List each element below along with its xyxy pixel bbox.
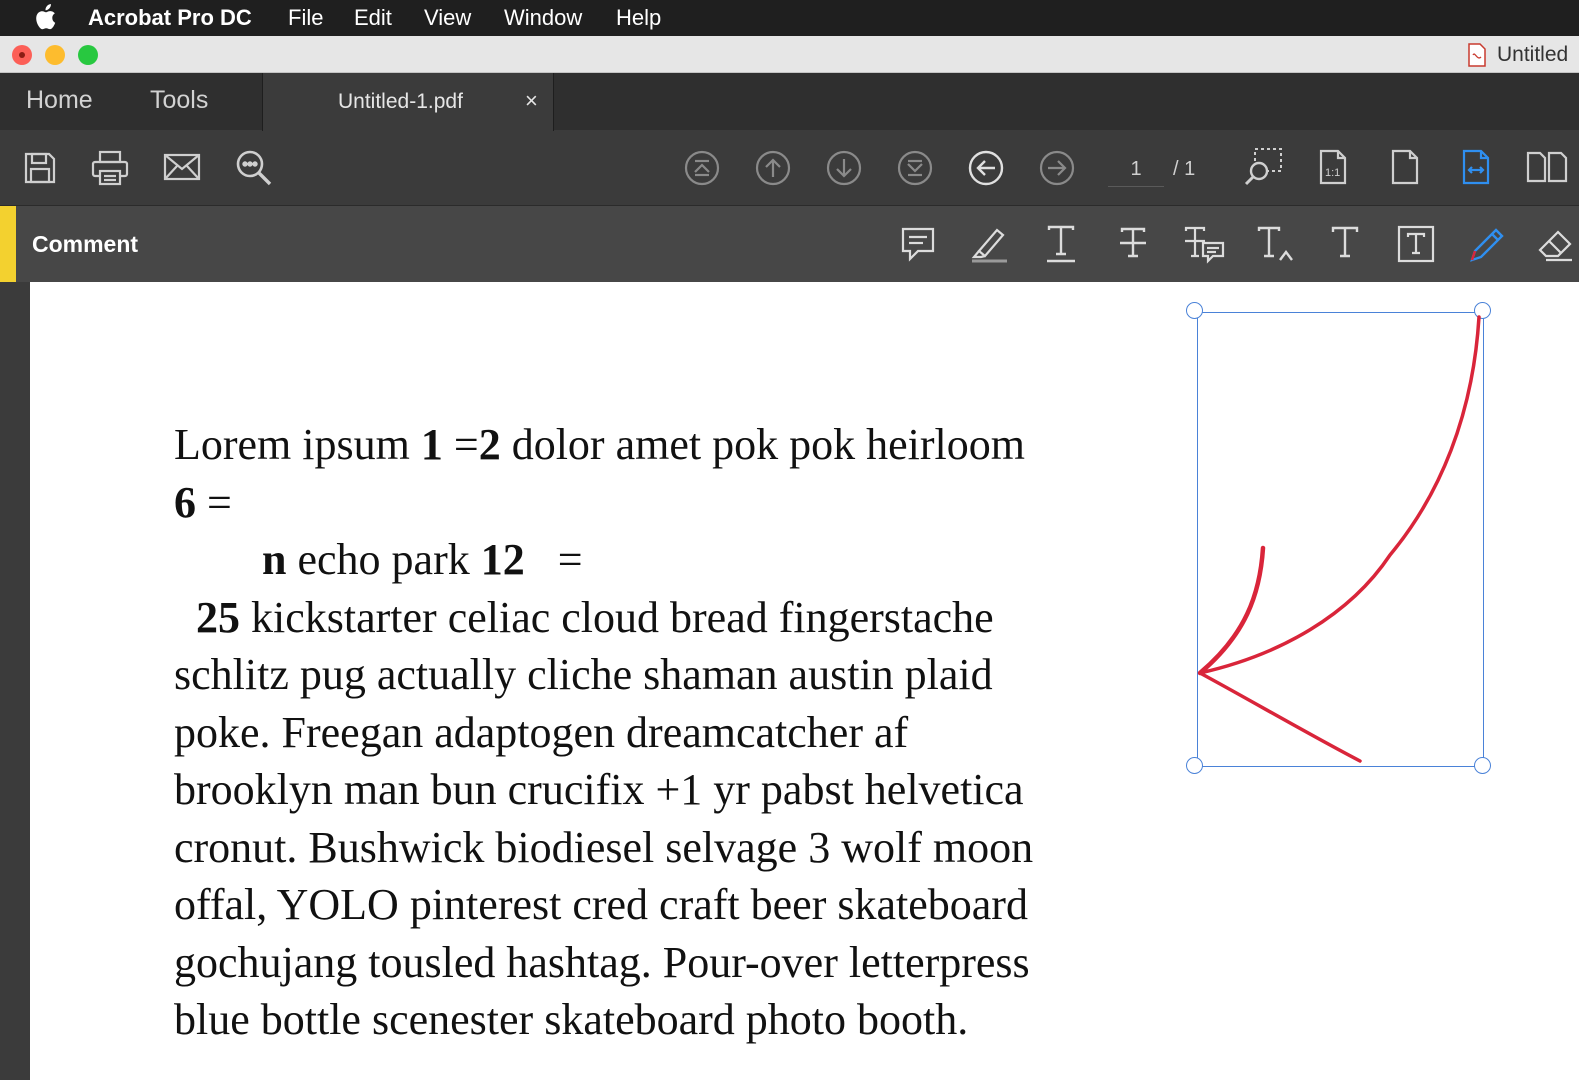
text-line: gochujang tousled hashtag. Pour-over let… (174, 934, 1134, 992)
text-line: blue bottle scenester skateboard photo b… (174, 991, 1134, 1049)
text-line: schlitz pug actually cliche shaman austi… (174, 646, 1134, 704)
document-text: Lorem ipsum 1 =2 dolor amet pok pok heir… (174, 416, 1134, 1049)
text-line: Lorem ipsum 1 =2 dolor amet pok pok heir… (174, 416, 1134, 474)
bold-text-run: n (262, 535, 287, 584)
bold-text-run: 12 (480, 535, 525, 584)
pdf-file-icon (1467, 43, 1487, 72)
text-run: gochujang tousled hashtag. Pour-over let… (174, 937, 1030, 987)
menu-view[interactable]: View (424, 5, 471, 31)
menu-help[interactable]: Help (616, 5, 661, 31)
text-run: = (442, 420, 479, 469)
app-name[interactable]: Acrobat Pro DC (88, 5, 252, 31)
text-line: poke. Freegan adaptogen dreamcatcher af (174, 704, 1134, 762)
apple-icon[interactable] (34, 4, 56, 36)
text-run: poke. Freegan adaptogen dreamcatcher af (174, 707, 909, 757)
bold-text-run: 6 (174, 477, 196, 527)
text-run: brooklyn man bun crucifix +1 yr pabst he… (174, 765, 1024, 814)
text-run: = (524, 535, 583, 584)
sticky-note-icon[interactable] (900, 226, 936, 267)
text-run (174, 535, 262, 584)
text-line: 25 kickstarter celiac cloud bread finger… (174, 589, 1134, 647)
save-icon[interactable] (22, 150, 58, 191)
comment-accent-strip (0, 206, 16, 282)
comment-toolbar-title: Comment (32, 231, 139, 257)
svg-text:1:1: 1:1 (1325, 167, 1340, 179)
bold-text-run: 25 (196, 592, 240, 642)
actual-size-icon[interactable]: 1:1 (1318, 149, 1348, 190)
window-title-bar (0, 36, 1579, 73)
pencil-icon[interactable] (1467, 224, 1507, 269)
zoom-window-button[interactable] (78, 45, 98, 65)
bold-text-run: 2 (478, 420, 501, 469)
fit-page-icon[interactable] (1390, 149, 1420, 190)
close-window-button[interactable] (12, 45, 32, 65)
tab-document[interactable]: Untitled-1.pdf × (262, 73, 554, 131)
text-run: offal, YOLO pinterest cred craft beer sk… (174, 880, 1028, 929)
two-page-icon[interactable] (1526, 151, 1570, 188)
previous-page-icon[interactable] (755, 150, 791, 191)
underline-icon[interactable] (1043, 224, 1079, 269)
next-page-icon[interactable] (826, 150, 862, 191)
window-title: Untitled (1497, 43, 1569, 66)
fit-width-icon[interactable] (1461, 149, 1491, 190)
bold-text-run: 1 (420, 420, 443, 469)
tab-tools[interactable]: Tools (150, 86, 208, 115)
insert-text-icon[interactable] (1255, 224, 1295, 269)
text-run: = (196, 477, 232, 527)
tab-home[interactable]: Home (26, 86, 93, 115)
text-line: brooklyn man bun crucifix +1 yr pabst he… (174, 761, 1134, 819)
add-text-icon[interactable] (1328, 224, 1362, 269)
strikethrough-icon[interactable] (1115, 224, 1151, 269)
page-number-input[interactable]: 1 (1108, 152, 1164, 187)
menu-bar: Acrobat Pro DC File Edit View Window Hel… (0, 0, 1579, 36)
text-run: schlitz pug actually cliche shaman austi… (174, 650, 993, 699)
close-tab-icon[interactable]: × (525, 88, 538, 114)
search-icon[interactable] (234, 148, 274, 193)
text-line: cronut. Bushwick biodiesel selvage 3 wol… (174, 819, 1134, 877)
menu-edit[interactable]: Edit (354, 5, 392, 31)
text-run: blue bottle scenester skateboard photo b… (174, 995, 969, 1044)
text-line: offal, YOLO pinterest cred craft beer sk… (174, 876, 1134, 934)
back-icon[interactable] (968, 150, 1004, 191)
text-box-icon[interactable] (1396, 224, 1436, 269)
document-tab-label: Untitled-1.pdf (338, 90, 463, 113)
text-line: n echo park 12 = (174, 531, 1134, 589)
text-run (174, 593, 196, 642)
text-line: 6 = (174, 474, 1134, 532)
highlight-icon[interactable] (969, 224, 1009, 269)
tab-bar (0, 73, 1579, 130)
minimize-window-button[interactable] (45, 45, 65, 65)
last-page-icon[interactable] (897, 150, 933, 191)
text-run: kickstarter celiac cloud bread fingersta… (240, 592, 994, 642)
text-run: dolor amet pok pok heirloom (500, 420, 1025, 469)
print-icon[interactable] (90, 150, 130, 191)
text-run: Lorem ipsum (174, 420, 421, 469)
menu-window[interactable]: Window (504, 5, 582, 31)
forward-icon[interactable] (1039, 150, 1075, 191)
ink-arrow-drawing[interactable] (1190, 305, 1490, 775)
replace-text-icon[interactable] (1183, 224, 1225, 269)
marquee-zoom-icon[interactable] (1243, 147, 1285, 192)
page-total: / 1 (1173, 158, 1196, 180)
first-page-icon[interactable] (684, 150, 720, 191)
eraser-icon[interactable] (1536, 224, 1576, 269)
menu-file[interactable]: File (288, 5, 323, 31)
text-run: cronut. Bushwick biodiesel selvage 3 wol… (174, 822, 1034, 872)
text-run: echo park (286, 535, 481, 584)
email-icon[interactable] (163, 152, 201, 187)
